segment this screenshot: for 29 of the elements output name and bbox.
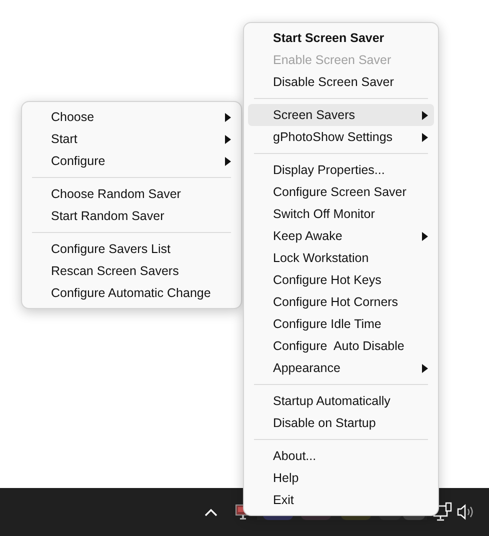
menu-item[interactable]: Exit [248,489,434,511]
menu-item[interactable]: Start Screen Saver [248,27,434,49]
menu-item[interactable]: Disable on Startup [248,412,434,434]
menu-item[interactable]: gPhotoShow Settings [248,126,434,148]
menu-item[interactable]: Configure [26,150,237,172]
menu-item[interactable]: Disable Screen Saver [248,71,434,93]
network-icon[interactable] [433,502,453,522]
menu-item[interactable]: Screen Savers [248,104,434,126]
menu-item[interactable]: Configure Savers List [26,238,237,260]
menu-item[interactable]: Switch Off Monitor [248,203,434,225]
menu-item[interactable]: Lock Workstation [248,247,434,269]
menu-item[interactable]: Configure Hot Keys [248,269,434,291]
menu-item[interactable]: Configure Screen Saver [248,181,434,203]
menu-item[interactable]: Choose Random Saver [26,183,237,205]
menu-item[interactable]: Rescan Screen Savers [26,260,237,282]
menu-item[interactable]: Keep Awake [248,225,434,247]
menu-item[interactable]: Choose [26,106,237,128]
chevron-up-icon[interactable] [204,508,218,516]
menu-item[interactable]: Display Properties... [248,159,434,181]
menu-item[interactable]: Configure Hot Corners [248,291,434,313]
menu-item[interactable]: Startup Automatically [248,390,434,412]
menu-item[interactable]: Configure Idle Time [248,313,434,335]
menu-item[interactable]: Start [26,128,237,150]
menu-item[interactable]: Start Random Saver [26,205,237,227]
menu-item[interactable]: Appearance [248,357,434,379]
menu-item[interactable]: Configure Auto Disable [248,335,434,357]
menu-item[interactable]: Help [248,467,434,489]
menu-item[interactable]: Configure Automatic Change [26,282,237,304]
menu-item[interactable]: About... [248,445,434,467]
